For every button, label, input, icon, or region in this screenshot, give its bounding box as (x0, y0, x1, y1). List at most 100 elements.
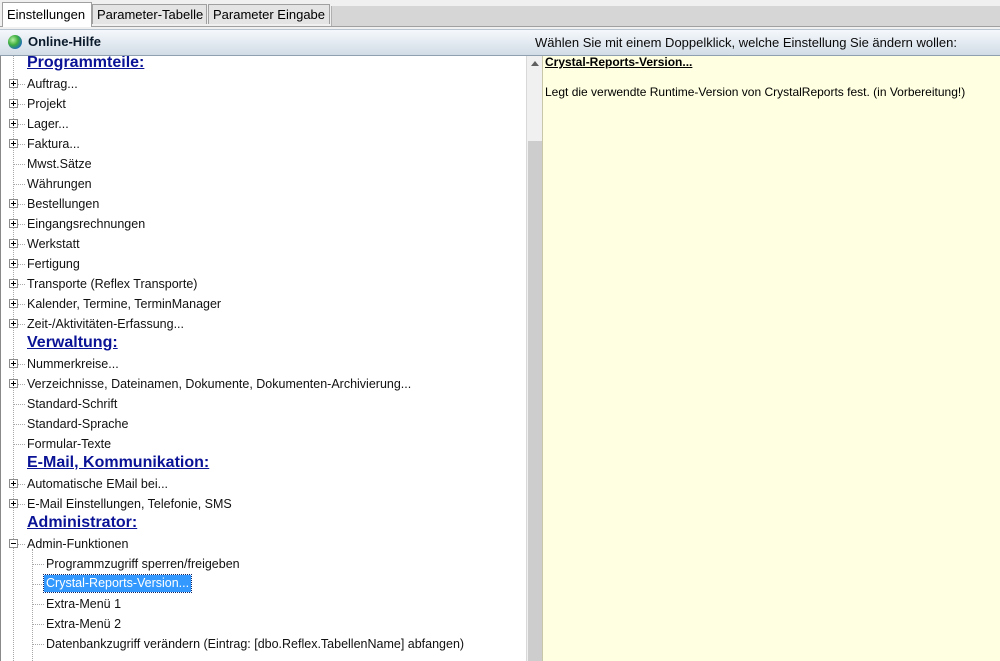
tree-item-label[interactable]: Extra-Menü 1 (46, 597, 121, 611)
expand-plus-icon[interactable] (9, 259, 18, 268)
tree-item[interactable]: Extra-Menü 1 (1, 594, 527, 614)
tree-item[interactable]: Programmzugriff sperren/freigeben (1, 554, 527, 574)
expand-plus-icon[interactable] (9, 319, 18, 328)
tree-item-label[interactable]: Auftrag... (27, 77, 78, 91)
tree-item[interactable]: Lager... (1, 114, 527, 134)
section-heading-label: Administrator: (27, 514, 138, 531)
tree-item[interactable]: Faktura... (1, 134, 527, 154)
expand-plus-icon[interactable] (9, 219, 18, 228)
expand-plus-icon[interactable] (9, 279, 18, 288)
tree-item[interactable]: Kalender, Termine, TerminManager (1, 294, 527, 314)
help-hint: Wählen Sie mit einem Doppelklick, welche… (535, 35, 957, 50)
tree-item[interactable]: Bestellungen (1, 194, 527, 214)
expand-plus-icon[interactable] (9, 359, 18, 368)
expand-plus-icon[interactable] (9, 499, 18, 508)
scroll-up-arrow-icon[interactable] (527, 56, 543, 72)
description-title: Crystal-Reports-Version... (545, 55, 693, 69)
tree-branch-line (13, 444, 25, 445)
tree-item[interactable]: Währungen (1, 174, 527, 194)
tab-einstellungen[interactable]: Einstellungen (2, 2, 92, 27)
expand-plus-icon[interactable] (9, 239, 18, 248)
section-heading-label: Programmteile: (27, 56, 145, 71)
settings-tree[interactable]: Programmteile: Auftrag... Projekt Lager... F… (0, 56, 527, 661)
tree-item-label[interactable]: Bestellungen (27, 197, 99, 211)
tree-item[interactable]: Admin-Funktionen (1, 534, 527, 554)
tree-item-label[interactable]: Kalender, Termine, TerminManager (27, 297, 221, 311)
help-title[interactable]: Online-Hilfe (28, 34, 101, 49)
tree-branch-line (32, 564, 44, 565)
tree-item[interactable]: Eingangsrechnungen (1, 214, 527, 234)
expand-plus-icon[interactable] (9, 299, 18, 308)
tree-item[interactable]: Fertigung (1, 254, 527, 274)
section-heading-label: E-Mail, Kommunikation: (27, 454, 210, 471)
tree-item-label[interactable]: Datenbankzugriff verändern (Eintrag: [db… (46, 637, 464, 651)
tree-item[interactable]: Zeit-/Aktivitäten-Erfassung... (1, 314, 527, 334)
tree-item-label[interactable]: Standard-Sprache (27, 417, 128, 431)
tree-item-label[interactable]: Automatische EMail bei... (27, 477, 168, 491)
tab-bar: Einstellungen Parameter-Tabelle Paramete… (0, 0, 1000, 27)
expand-plus-icon[interactable] (9, 199, 18, 208)
tree-item-label[interactable]: Zeit-/Aktivitäten-Erfassung... (27, 317, 184, 331)
tree-item[interactable]: Extra-Menü 2 (1, 614, 527, 634)
tree-item[interactable]: Transporte (Reflex Transporte) (1, 274, 527, 294)
tab-parameter-eingabe[interactable]: Parameter Eingabe (208, 4, 330, 24)
expand-plus-icon[interactable] (9, 119, 18, 128)
expand-plus-icon[interactable] (9, 79, 18, 88)
description-text: Legt die verwendte Runtime-Version von C… (545, 85, 966, 99)
description-panel: Crystal-Reports-Version... Legt die verw… (542, 55, 1000, 661)
tree-item[interactable]: Datenbankzugriff verändern (Eintrag: [db… (1, 634, 527, 654)
tree-branch-line (13, 164, 25, 165)
globe-icon (8, 35, 22, 49)
tree-item[interactable]: Projekt (1, 94, 527, 114)
section-heading-label: Verwaltung: (27, 334, 118, 351)
tree-branch-line (32, 624, 44, 625)
tree-item-label[interactable]: Extra-Menü 2 (46, 617, 121, 631)
tab-parameter-tabelle[interactable]: Parameter-Tabelle (92, 4, 207, 24)
tree-item-label[interactable]: Werkstatt (27, 237, 80, 251)
tree-section-heading: Administrator: (1, 514, 527, 534)
tree-item-label[interactable]: Projekt (27, 97, 66, 111)
tree-item-label[interactable]: Nummerkreise... (27, 357, 119, 371)
tree-item[interactable]: Nummerkreise... (1, 354, 527, 374)
tree-item[interactable]: Formular-Texte (1, 434, 527, 454)
scroll-thumb[interactable] (528, 141, 542, 661)
tree-branch-line (13, 404, 25, 405)
tree-branch-line (13, 184, 25, 185)
expand-plus-icon[interactable] (9, 479, 18, 488)
tree-item-label[interactable]: Faktura... (27, 137, 80, 151)
tree-item-label[interactable]: Währungen (27, 177, 92, 191)
tree-item[interactable]: Crystal-Reports-Version... (1, 574, 527, 594)
tree-item-label[interactable]: Formular-Texte (27, 437, 111, 451)
tree-item[interactable]: Mwst.Sätze (1, 154, 527, 174)
tree-item[interactable]: Werkstatt (1, 234, 527, 254)
tree-item[interactable]: Auftrag... (1, 74, 527, 94)
tree-item-label[interactable]: Admin-Funktionen (27, 537, 128, 551)
expand-plus-icon[interactable] (9, 139, 18, 148)
expand-plus-icon[interactable] (9, 99, 18, 108)
tree-item[interactable]: Automatische EMail bei... (1, 474, 527, 494)
tree-item[interactable]: Verzeichnisse, Dateinamen, Dokumente, Do… (1, 374, 527, 394)
tree-item-label[interactable]: Transporte (Reflex Transporte) (27, 277, 197, 291)
tree-item-label[interactable]: Standard-Schrift (27, 397, 117, 411)
collapse-minus-icon[interactable] (9, 539, 18, 548)
tree-scrollbar[interactable] (526, 56, 543, 661)
tree-item-label[interactable]: E-Mail Einstellungen, Telefonie, SMS (27, 497, 232, 511)
tree-item-label[interactable]: Programmzugriff sperren/freigeben (46, 557, 240, 571)
tree-item[interactable]: E-Mail Einstellungen, Telefonie, SMS (1, 494, 527, 514)
tree-item-label[interactable]: Lager... (27, 117, 69, 131)
tab-strip-background (331, 6, 1000, 26)
tree-branch-line (32, 604, 44, 605)
tree-item-label[interactable]: Fertigung (27, 257, 80, 271)
tree-branch-line (32, 584, 44, 585)
tree-item[interactable]: Standard-Schrift (1, 394, 527, 414)
tree-branch-line (32, 644, 44, 645)
tree-item-label[interactable]: Verzeichnisse, Dateinamen, Dokumente, Do… (27, 377, 411, 391)
expand-plus-icon[interactable] (9, 379, 18, 388)
tree-item-label[interactable]: Eingangsrechnungen (27, 217, 145, 231)
tree-section-heading: Verwaltung: (1, 334, 527, 354)
tree-item-label[interactable]: Mwst.Sätze (27, 157, 92, 171)
tree-item[interactable]: Standard-Sprache (1, 414, 527, 434)
tree-section-heading: E-Mail, Kommunikation: (1, 454, 527, 474)
tree-item-label[interactable]: Crystal-Reports-Version... (42, 574, 193, 593)
tree-branch-line (13, 424, 25, 425)
